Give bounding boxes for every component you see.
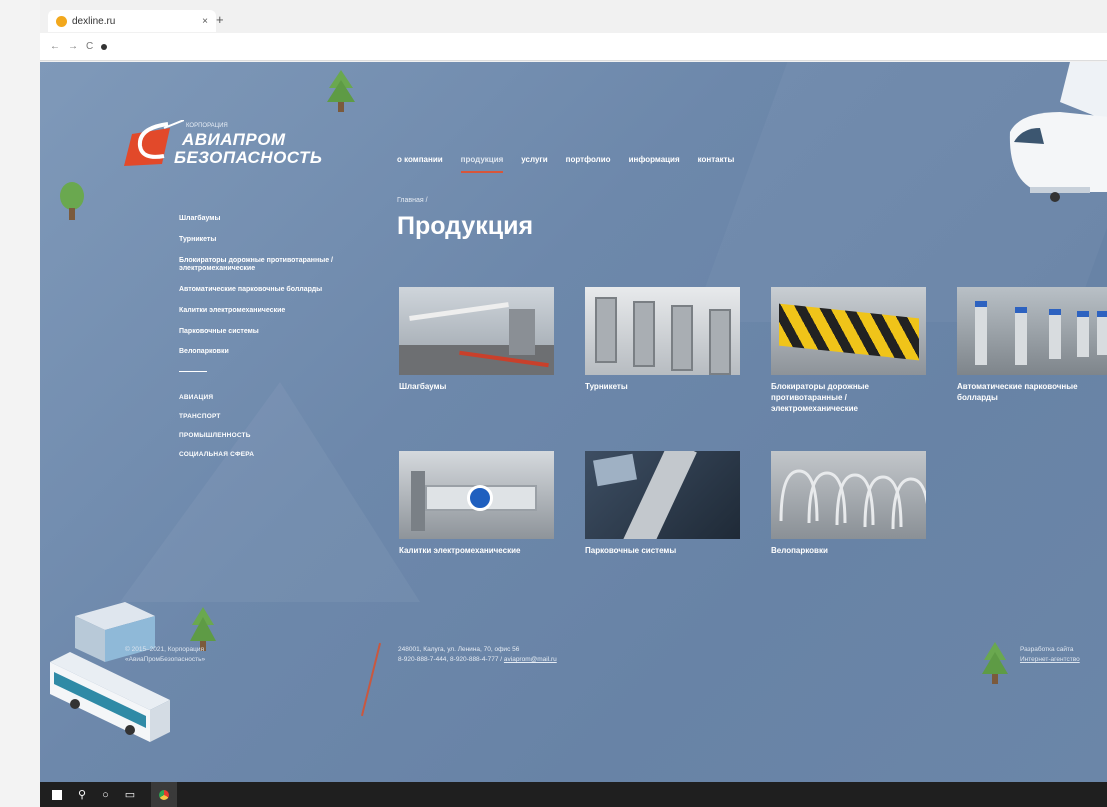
product-card[interactable]: Блокираторы дорожные противотаранные / э… bbox=[771, 287, 926, 414]
nav-item-services[interactable]: услуги bbox=[521, 155, 547, 164]
sidebar-item-bike-parking[interactable]: Велопарковки bbox=[179, 348, 344, 357]
company-logo[interactable]: КОРПОРАЦИЯ АВИАПРОМ БЕЗОПАСНОСТЬ bbox=[124, 120, 334, 170]
sidebar-category-industry[interactable]: ПРОМЫШЛЕННОСТЬ bbox=[179, 432, 344, 439]
product-card[interactable]: Парковочные системы bbox=[585, 451, 740, 557]
logo-line2: БЕЗОПАСНОСТЬ bbox=[174, 148, 323, 167]
footer-copyright: © 2015–2021, Корпорация «АвиаПромБезопас… bbox=[125, 645, 305, 665]
forward-icon[interactable]: → bbox=[68, 41, 78, 52]
product-card[interactable]: Калитки электромеханические bbox=[399, 451, 554, 557]
main-nav: о компании продукция услуги портфолио ин… bbox=[397, 155, 735, 173]
product-card[interactable]: Автоматические парковочные болларды bbox=[957, 287, 1107, 404]
nav-item-products[interactable]: продукция bbox=[460, 155, 503, 173]
sidebar-item-turnstiles[interactable]: Турникеты bbox=[179, 236, 344, 245]
os-taskbar: ⚲ ○ ▭ bbox=[40, 782, 1107, 807]
sidebar-category-aviation[interactable]: АВИАЦИЯ bbox=[179, 394, 344, 401]
nav-item-info[interactable]: информация bbox=[629, 155, 680, 164]
tab-title: dexline.ru bbox=[72, 15, 116, 27]
copyright-line: «АвиаПромБезопасность» bbox=[125, 655, 206, 663]
product-caption[interactable]: Парковочные системы bbox=[585, 546, 740, 557]
nav-item-contacts[interactable]: контакты bbox=[698, 155, 735, 164]
product-card[interactable]: Турникеты bbox=[585, 287, 740, 393]
sidebar-item-parking[interactable]: Парковочные системы bbox=[179, 328, 344, 337]
nav-item-portfolio[interactable]: портфолио bbox=[566, 155, 611, 164]
product-image-blocker[interactable] bbox=[771, 287, 926, 375]
developer-label: Разработка сайта bbox=[1020, 646, 1074, 653]
tree-icon bbox=[60, 182, 84, 220]
product-caption[interactable]: Шлагбаумы bbox=[399, 382, 554, 393]
breadcrumb[interactable]: Главная / bbox=[397, 197, 428, 204]
developer-link[interactable]: Интернет-агентство bbox=[1020, 655, 1080, 665]
product-image-parking[interactable] bbox=[585, 451, 740, 539]
nav-item-about[interactable]: о компании bbox=[397, 155, 443, 164]
address-bar-icon[interactable] bbox=[101, 43, 108, 50]
product-image-turnstile[interactable] bbox=[585, 287, 740, 375]
reload-icon[interactable]: C bbox=[86, 41, 93, 52]
footer-contacts: 248001, Калуга, ул. Ленина, 70, офис 56 … bbox=[398, 645, 557, 666]
product-image-gate[interactable] bbox=[399, 451, 554, 539]
sidebar-item-gates[interactable]: Калитки электромеханические bbox=[179, 307, 344, 316]
sidebar-item-barriers[interactable]: Шлагбаумы bbox=[179, 215, 344, 224]
footer-phones[interactable]: 8-920-888-7-444, 8-920-888-4-777 / bbox=[398, 656, 502, 663]
taskbar-browser[interactable] bbox=[151, 782, 178, 807]
windows-start-icon[interactable] bbox=[52, 789, 62, 800]
product-card[interactable]: Шлагбаумы bbox=[399, 287, 554, 393]
website-page: КОРПОРАЦИЯ АВИАПРОМ БЕЗОПАСНОСТЬ о компа… bbox=[40, 62, 1107, 782]
footer-developer: Разработка сайта Интернет-агентство bbox=[1020, 645, 1080, 666]
footer-divider bbox=[360, 642, 382, 717]
toolbar: ← → C bbox=[40, 33, 1107, 61]
footer-email[interactable]: aviaprom@mail.ru bbox=[504, 656, 557, 663]
sidebar-category-transport[interactable]: ТРАНСПОРТ bbox=[179, 413, 344, 420]
sidebar-item-blockers[interactable]: Блокираторы дорожные противотаранные / э… bbox=[179, 257, 344, 275]
tab-close-icon[interactable]: × bbox=[202, 16, 208, 27]
sidebar-item-bollards[interactable]: Автоматические парковочные болларды bbox=[179, 286, 344, 295]
browser-chrome: dexline.ru × + ← → C bbox=[40, 0, 1107, 62]
product-image-barrier[interactable] bbox=[399, 287, 554, 375]
tab-bar: dexline.ru × + bbox=[40, 8, 1107, 32]
product-caption[interactable]: Турникеты bbox=[585, 382, 740, 393]
sidebar-divider bbox=[179, 371, 207, 372]
tree-icon bbox=[982, 642, 1008, 684]
sidebar: Шлагбаумы Турникеты Блокираторы дорожные… bbox=[179, 215, 344, 470]
logo-line1: АВИАПРОМ bbox=[182, 130, 286, 149]
airplane-illustration bbox=[1009, 62, 1107, 202]
page-title: Продукция bbox=[397, 212, 534, 240]
search-icon[interactable]: ⚲ bbox=[78, 788, 86, 801]
bus-illustration bbox=[50, 652, 170, 742]
product-caption[interactable]: Калитки электромеханические bbox=[399, 546, 554, 557]
product-image-bike-rack[interactable] bbox=[771, 451, 926, 539]
task-view-icon[interactable]: ▭ bbox=[125, 788, 135, 801]
footer-address: 248001, Калуга, ул. Ленина, 70, офис 56 bbox=[398, 646, 520, 653]
favicon-icon bbox=[56, 15, 67, 27]
logo-subtitle: КОРПОРАЦИЯ bbox=[186, 123, 228, 129]
browser-tab[interactable]: dexline.ru × bbox=[48, 10, 216, 32]
product-image-bollards[interactable] bbox=[957, 287, 1107, 375]
back-icon[interactable]: ← bbox=[50, 41, 60, 52]
new-tab-button[interactable]: + bbox=[216, 12, 224, 27]
product-card[interactable]: Велопарковки bbox=[771, 451, 926, 557]
chrome-icon bbox=[156, 786, 173, 803]
cortana-icon[interactable]: ○ bbox=[102, 789, 109, 801]
tree-icon bbox=[327, 70, 355, 112]
sidebar-category-social[interactable]: СОЦИАЛЬНАЯ СФЕРА bbox=[179, 451, 344, 458]
copyright-line: © 2015–2021, Корпорация bbox=[125, 646, 204, 653]
product-caption[interactable]: Велопарковки bbox=[771, 546, 926, 557]
product-caption[interactable]: Автоматические парковочные болларды bbox=[957, 382, 1107, 404]
product-caption[interactable]: Блокираторы дорожные противотаранные / э… bbox=[771, 382, 926, 414]
